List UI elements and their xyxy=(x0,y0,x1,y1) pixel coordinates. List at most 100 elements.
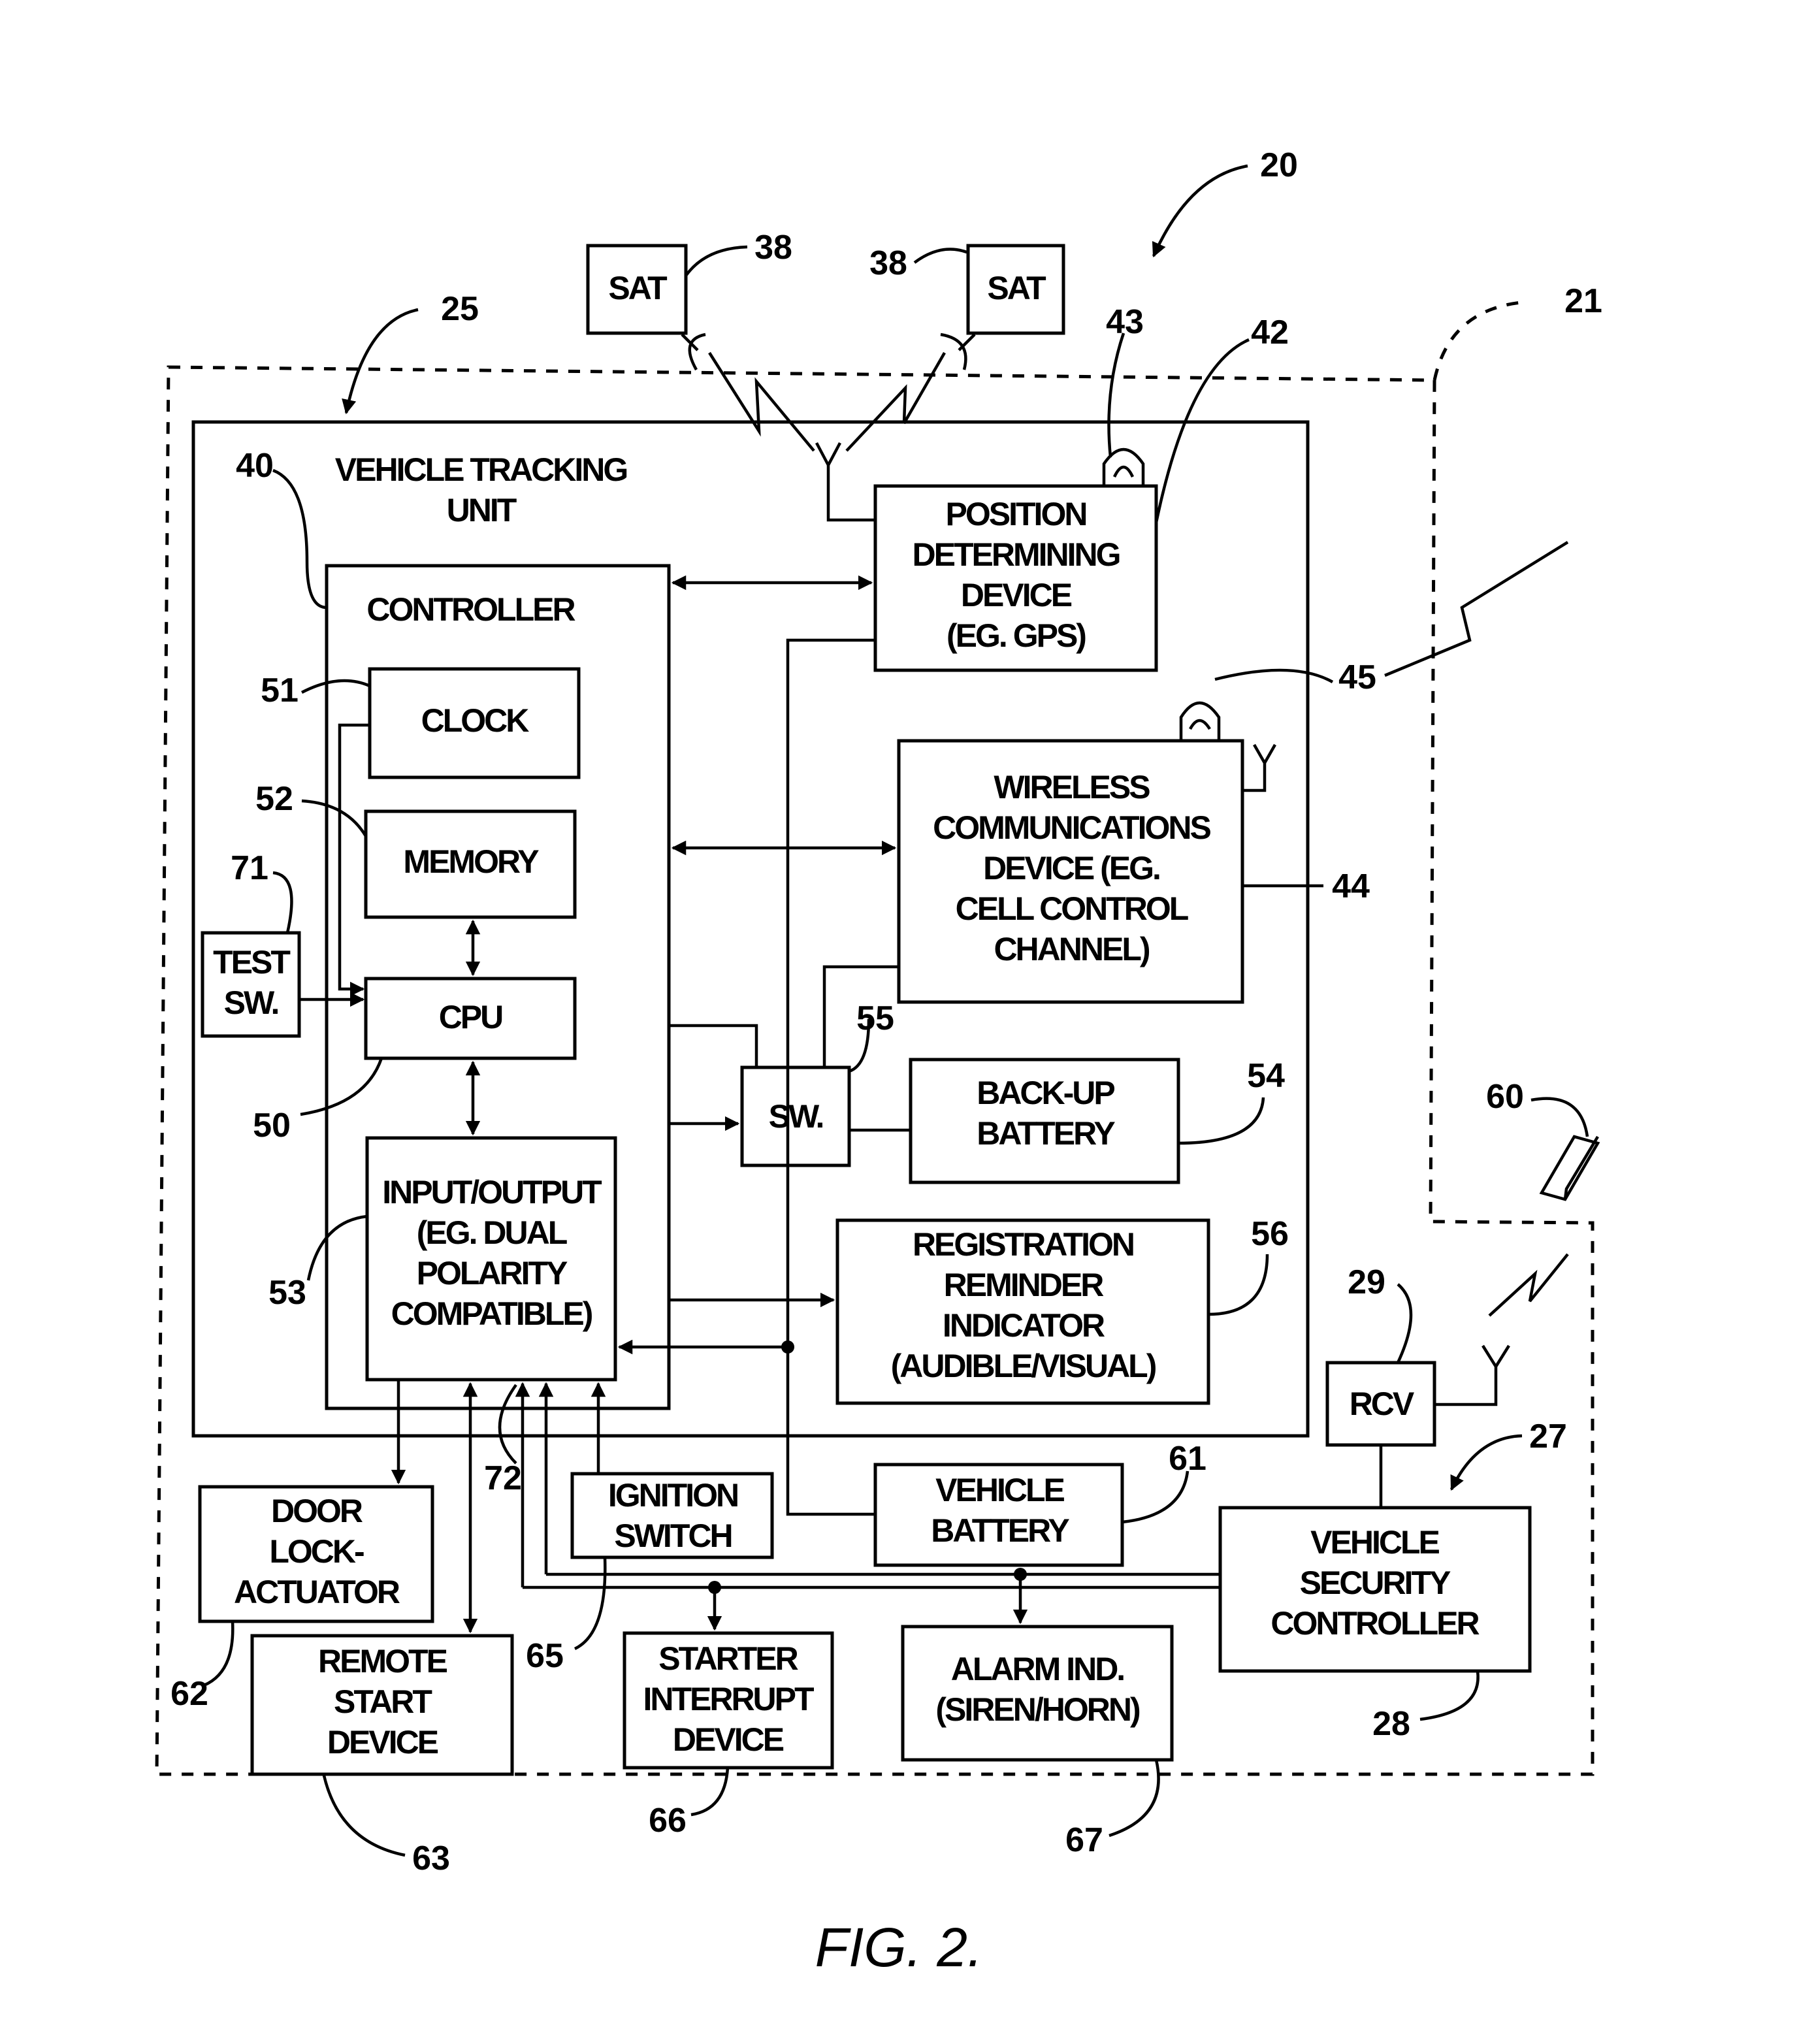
remote-start-label: START xyxy=(334,1683,432,1720)
tracking-unit-title-label: VEHICLE TRACKING xyxy=(335,451,627,488)
registration-indicator-label: REGISTRATION xyxy=(913,1226,1133,1263)
registration-indicator-label: REMINDER xyxy=(944,1267,1105,1303)
leader-27 xyxy=(1449,1434,1523,1491)
backup-battery-label: BACK-UP xyxy=(977,1075,1114,1111)
ref-61: 61 xyxy=(1169,1440,1206,1478)
ref-67: 67 xyxy=(1065,1821,1103,1859)
leader-63 xyxy=(322,1775,406,1857)
ref-60: 60 xyxy=(1486,1078,1524,1116)
ref-21: 21 xyxy=(1564,282,1602,320)
remote-start-label: DEVICE xyxy=(327,1724,438,1760)
receiver-label: RCV xyxy=(1350,1386,1415,1422)
position-device-label: POSITION xyxy=(946,496,1086,532)
ignition-label: IGNITION xyxy=(608,1477,737,1514)
receiver-bolt xyxy=(1488,1253,1569,1317)
wireless-bolt xyxy=(1384,541,1569,677)
ref-28: 28 xyxy=(1372,1705,1410,1743)
leader-38-left xyxy=(685,245,748,277)
ref-38-left: 38 xyxy=(754,229,792,267)
ref-42: 42 xyxy=(1251,314,1289,351)
leader-20 xyxy=(1152,164,1248,258)
ref-29: 29 xyxy=(1348,1263,1385,1301)
vehicle-battery-label: BATTERY xyxy=(931,1512,1069,1549)
leader-38-right xyxy=(913,248,967,264)
ignition-label: SWITCH xyxy=(614,1517,731,1554)
test-switch-label: SW. xyxy=(224,984,278,1021)
ref-71: 71 xyxy=(231,849,268,887)
memory-label: MEMORY xyxy=(403,843,539,880)
ref-25: 25 xyxy=(441,290,479,328)
ref-27: 27 xyxy=(1529,1418,1567,1455)
ref-51: 51 xyxy=(261,672,299,709)
cpu-label: CPU xyxy=(439,999,502,1035)
junction-dot xyxy=(781,1340,794,1354)
starter-interrupt-label: STARTER xyxy=(658,1640,798,1677)
ref-50: 50 xyxy=(253,1107,291,1144)
ref-20: 20 xyxy=(1260,146,1298,184)
vehicle-battery-label: VEHICLE xyxy=(935,1472,1064,1508)
leader-61 xyxy=(1122,1470,1190,1524)
starter-interrupt-label: DEVICE xyxy=(673,1721,784,1758)
ref-53: 53 xyxy=(268,1274,306,1312)
ref-43: 43 xyxy=(1106,303,1144,341)
security-controller-label: CONTROLLER xyxy=(1271,1605,1480,1642)
ref-62: 62 xyxy=(170,1675,208,1713)
door-lock-label: LOCK- xyxy=(269,1533,364,1570)
leader-25 xyxy=(342,308,419,415)
io-label: COMPATIBLE) xyxy=(391,1295,592,1332)
registration-indicator-label: (AUDIBLE/VISUAL) xyxy=(891,1348,1156,1384)
leader-65 xyxy=(574,1557,607,1651)
switch-label: SW. xyxy=(769,1098,823,1135)
ref-72: 72 xyxy=(484,1459,522,1497)
io-label: POLARITY xyxy=(417,1255,568,1291)
position-device-label: DEVICE xyxy=(961,577,1072,613)
leader-60 xyxy=(1530,1097,1589,1137)
ref-63: 63 xyxy=(412,1840,450,1877)
sat-left-label: SAT xyxy=(608,270,667,306)
leader-67 xyxy=(1109,1759,1160,1838)
io-label: (EG. DUAL xyxy=(417,1214,567,1251)
leader-29 xyxy=(1396,1283,1413,1363)
door-lock-label: DOOR xyxy=(271,1493,363,1529)
wireless-device-label: WIRELESS xyxy=(994,769,1150,805)
ref-54: 54 xyxy=(1247,1057,1285,1095)
ref-40: 40 xyxy=(236,447,274,485)
clock-label: CLOCK xyxy=(421,702,530,739)
security-controller-label: VEHICLE xyxy=(1310,1524,1439,1561)
ref-44: 44 xyxy=(1332,868,1370,905)
registration-indicator-label: INDICATOR xyxy=(943,1307,1105,1344)
door-lock-label: ACTUATOR xyxy=(234,1574,400,1610)
tracking-unit-title-label: UNIT xyxy=(447,492,517,528)
remote-transmitter-icon xyxy=(1539,1135,1600,1201)
wireless-device-label: DEVICE (EG. xyxy=(983,850,1159,886)
ref-66: 66 xyxy=(649,1802,687,1840)
satellite-left-dish xyxy=(681,333,706,371)
test-switch-label: TEST xyxy=(213,944,290,981)
ref-45: 45 xyxy=(1338,658,1376,696)
ref-55: 55 xyxy=(856,999,894,1037)
receiver-antenna-icon xyxy=(1434,1344,1510,1406)
wireless-device-label: COMMUNICATIONS xyxy=(933,809,1210,846)
starter-interrupt-label: INTERRUPT xyxy=(643,1681,814,1717)
backup-battery-label: BATTERY xyxy=(977,1115,1115,1152)
wireless-device-label: CHANNEL) xyxy=(994,931,1149,967)
alarm-label: ALARM IND. xyxy=(951,1651,1124,1687)
satellite-right-dish xyxy=(940,333,976,370)
remote-start-label: REMOTE xyxy=(318,1643,447,1679)
io-label: INPUT/OUTPUT xyxy=(382,1174,602,1210)
position-device-label: DETERMINING xyxy=(913,536,1120,573)
figure-caption: FIG. 2. xyxy=(815,1917,983,1978)
ref-56: 56 xyxy=(1251,1215,1289,1253)
ref-38-right: 38 xyxy=(869,244,907,282)
vehicle-boundary-corner-lead xyxy=(1433,300,1529,381)
sat-right-label: SAT xyxy=(987,270,1046,306)
ref-65: 65 xyxy=(526,1637,564,1675)
patent-figure: 20 21 25 38 38 43 42 40 45 44 51 52 71 5… xyxy=(155,146,1602,1978)
wireless-device-label: CELL CONTROL xyxy=(956,890,1188,927)
position-device-label: (EG. GPS) xyxy=(947,617,1086,654)
ref-52: 52 xyxy=(255,780,293,818)
controller-title-label: CONTROLLER xyxy=(366,591,575,628)
alarm-label: (SIREN/HORN) xyxy=(935,1691,1140,1728)
leader-28 xyxy=(1419,1670,1480,1721)
security-controller-label: SECURITY xyxy=(1300,1565,1451,1601)
